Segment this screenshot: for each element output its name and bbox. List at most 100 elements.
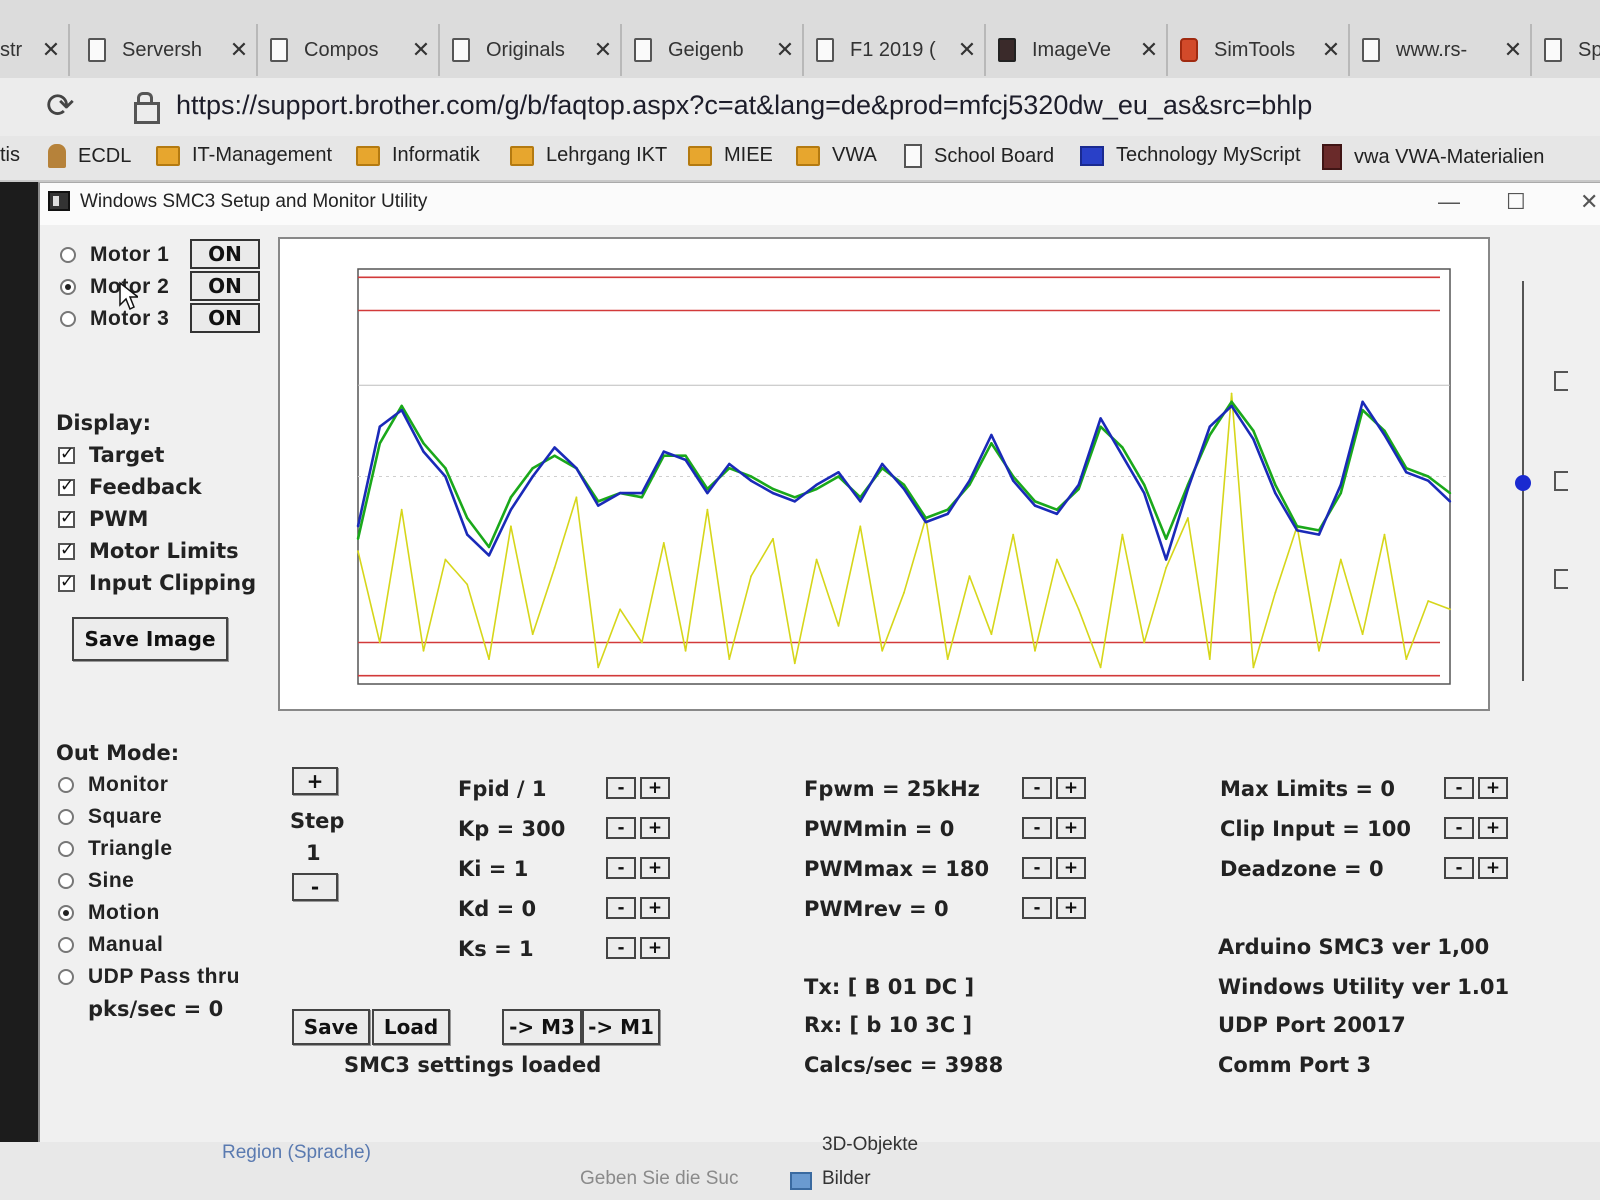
- feedback-checkbox[interactable]: Feedback: [58, 475, 202, 499]
- side-tab[interactable]: [1554, 471, 1568, 491]
- browser-tab[interactable]: Sp: [1534, 24, 1600, 76]
- side-tab[interactable]: [1554, 371, 1568, 391]
- save-button[interactable]: Save: [292, 1009, 370, 1045]
- data-point-feedback: [1361, 400, 1364, 403]
- pwmmin-plus-button[interactable]: +: [1056, 817, 1086, 839]
- data-point-pwm: [488, 658, 490, 660]
- ki-plus-button[interactable]: +: [640, 857, 670, 879]
- out-mode-square-radio[interactable]: Square: [58, 805, 162, 829]
- clip-input-plus-button[interactable]: +: [1478, 817, 1508, 839]
- motor-1-on-button[interactable]: ON: [190, 239, 260, 269]
- load-button[interactable]: Load: [372, 1009, 450, 1045]
- pwmrev-plus-button[interactable]: +: [1056, 897, 1086, 919]
- save-image-button[interactable]: Save Image: [72, 617, 228, 661]
- pictures-icon: [790, 1172, 812, 1190]
- close-icon[interactable]: ✕: [950, 37, 984, 63]
- minimize-button[interactable]: —: [1438, 189, 1460, 215]
- deadzone-plus-button[interactable]: +: [1478, 857, 1508, 879]
- input-clipping-checkbox[interactable]: Input Clipping: [58, 571, 256, 595]
- motor-2-on-button[interactable]: ON: [190, 271, 260, 301]
- browser-tab[interactable]: www.rs- ✕: [1352, 24, 1532, 76]
- fpwm-minus-button[interactable]: -: [1022, 777, 1052, 799]
- browser-tab[interactable]: F1 2019 ( ✕: [806, 24, 986, 76]
- ks-minus-button[interactable]: -: [606, 937, 636, 959]
- max-limits-plus-button[interactable]: +: [1478, 777, 1508, 799]
- 3d-objects-item[interactable]: 3D-Objekte: [822, 1134, 918, 1156]
- step-plus-button[interactable]: +: [292, 767, 338, 795]
- tab-title: Compos: [304, 38, 379, 61]
- ki-minus-button[interactable]: -: [606, 857, 636, 879]
- fpwm-plus-button[interactable]: +: [1056, 777, 1086, 799]
- clip-input-minus-button[interactable]: -: [1444, 817, 1474, 839]
- browser-tab[interactable]: Serversh ✕: [78, 24, 258, 76]
- motor-3-radio[interactable]: Motor 3: [60, 307, 169, 331]
- out-mode-manual-radio[interactable]: Manual: [58, 933, 163, 957]
- max-limits-minus-button[interactable]: -: [1444, 777, 1474, 799]
- close-icon[interactable]: ✕: [1496, 37, 1530, 63]
- lock-icon[interactable]: [134, 92, 160, 124]
- pwmmin-minus-button[interactable]: -: [1022, 817, 1052, 839]
- reload-icon[interactable]: ⟳: [46, 86, 75, 126]
- data-point-target: [356, 537, 360, 540]
- pwm-checkbox[interactable]: PWM: [58, 507, 148, 531]
- out-mode-sine-radio[interactable]: Sine: [58, 869, 134, 893]
- motor-3-on-button[interactable]: ON: [190, 303, 260, 333]
- close-icon[interactable]: ✕: [1314, 37, 1348, 63]
- pictures-item[interactable]: Bilder: [822, 1168, 871, 1190]
- bookmark-item[interactable]: School Board: [904, 144, 1054, 168]
- out-mode-monitor-radio[interactable]: Monitor: [58, 773, 168, 797]
- close-icon[interactable]: ✕: [404, 37, 438, 63]
- copy-to-m1-button[interactable]: -> M1: [582, 1009, 660, 1045]
- search-box[interactable]: Geben Sie die Suc: [580, 1168, 738, 1190]
- target-checkbox[interactable]: Target: [58, 443, 164, 467]
- vertical-slider-thumb[interactable]: [1515, 475, 1531, 491]
- data-point-feedback: [553, 446, 556, 449]
- bookmark-item[interactable]: vwa VWA-Materialien: [1322, 144, 1544, 170]
- close-icon[interactable]: ✕: [1132, 37, 1166, 63]
- kp-plus-button[interactable]: +: [640, 817, 670, 839]
- bookmark-item[interactable]: ECDL: [48, 144, 131, 168]
- close-icon[interactable]: ✕: [586, 37, 620, 63]
- data-point-target: [902, 483, 906, 486]
- side-tab[interactable]: [1554, 569, 1568, 589]
- bookmark-item[interactable]: IT-Management: [156, 144, 332, 167]
- ks-plus-button[interactable]: +: [640, 937, 670, 959]
- close-icon[interactable]: ✕: [222, 37, 256, 63]
- browser-tab[interactable]: Geigenb ✕: [624, 24, 804, 76]
- close-icon[interactable]: ✕: [768, 37, 802, 63]
- browser-tab[interactable]: ImageVe ✕: [988, 24, 1168, 76]
- bookmark-item[interactable]: tis: [0, 144, 20, 167]
- bookmark-item[interactable]: Lehrgang IKT: [510, 144, 667, 167]
- motor-1-radio[interactable]: Motor 1: [60, 243, 169, 267]
- out-mode-motion-radio[interactable]: Motion: [58, 901, 160, 925]
- browser-tab[interactable]: str ✕: [0, 24, 70, 76]
- close-button[interactable]: ✕: [1580, 189, 1598, 215]
- bookmark-item[interactable]: Technology MyScript: [1080, 144, 1301, 167]
- deadzone-minus-button[interactable]: -: [1444, 857, 1474, 879]
- bookmark-item[interactable]: Informatik: [356, 144, 480, 167]
- close-icon[interactable]: ✕: [34, 37, 68, 63]
- region-link[interactable]: Region (Sprache): [222, 1142, 371, 1164]
- kp-minus-button[interactable]: -: [606, 817, 636, 839]
- browser-tab[interactable]: Compos ✕: [260, 24, 440, 76]
- pwmmax-minus-button[interactable]: -: [1022, 857, 1052, 879]
- motor-2-radio[interactable]: Motor 2: [60, 275, 169, 299]
- fpid-plus-button[interactable]: +: [640, 777, 670, 799]
- browser-tab[interactable]: SimTools ✕: [1170, 24, 1350, 76]
- browser-tab[interactable]: Originals ✕: [442, 24, 622, 76]
- kd-minus-button[interactable]: -: [606, 897, 636, 919]
- step-minus-button[interactable]: -: [292, 873, 338, 901]
- url-field[interactable]: https://support.brother.com/g/b/faqtop.a…: [176, 90, 1312, 121]
- pwmrev-minus-button[interactable]: -: [1022, 897, 1052, 919]
- pwmmax-plus-button[interactable]: +: [1056, 857, 1086, 879]
- data-point-feedback: [1274, 491, 1277, 495]
- maximize-button[interactable]: ☐: [1506, 189, 1526, 215]
- out-mode-triangle-radio[interactable]: Triangle: [58, 837, 173, 861]
- bookmark-item[interactable]: MIEE: [688, 144, 773, 167]
- copy-to-m3-button[interactable]: -> M3: [502, 1009, 582, 1045]
- out-mode-udp-radio[interactable]: UDP Pass thru: [58, 965, 240, 989]
- fpid-minus-button[interactable]: -: [606, 777, 636, 799]
- bookmark-item[interactable]: VWA: [796, 144, 877, 167]
- kd-plus-button[interactable]: +: [640, 897, 670, 919]
- motor-limits-checkbox[interactable]: Motor Limits: [58, 539, 239, 563]
